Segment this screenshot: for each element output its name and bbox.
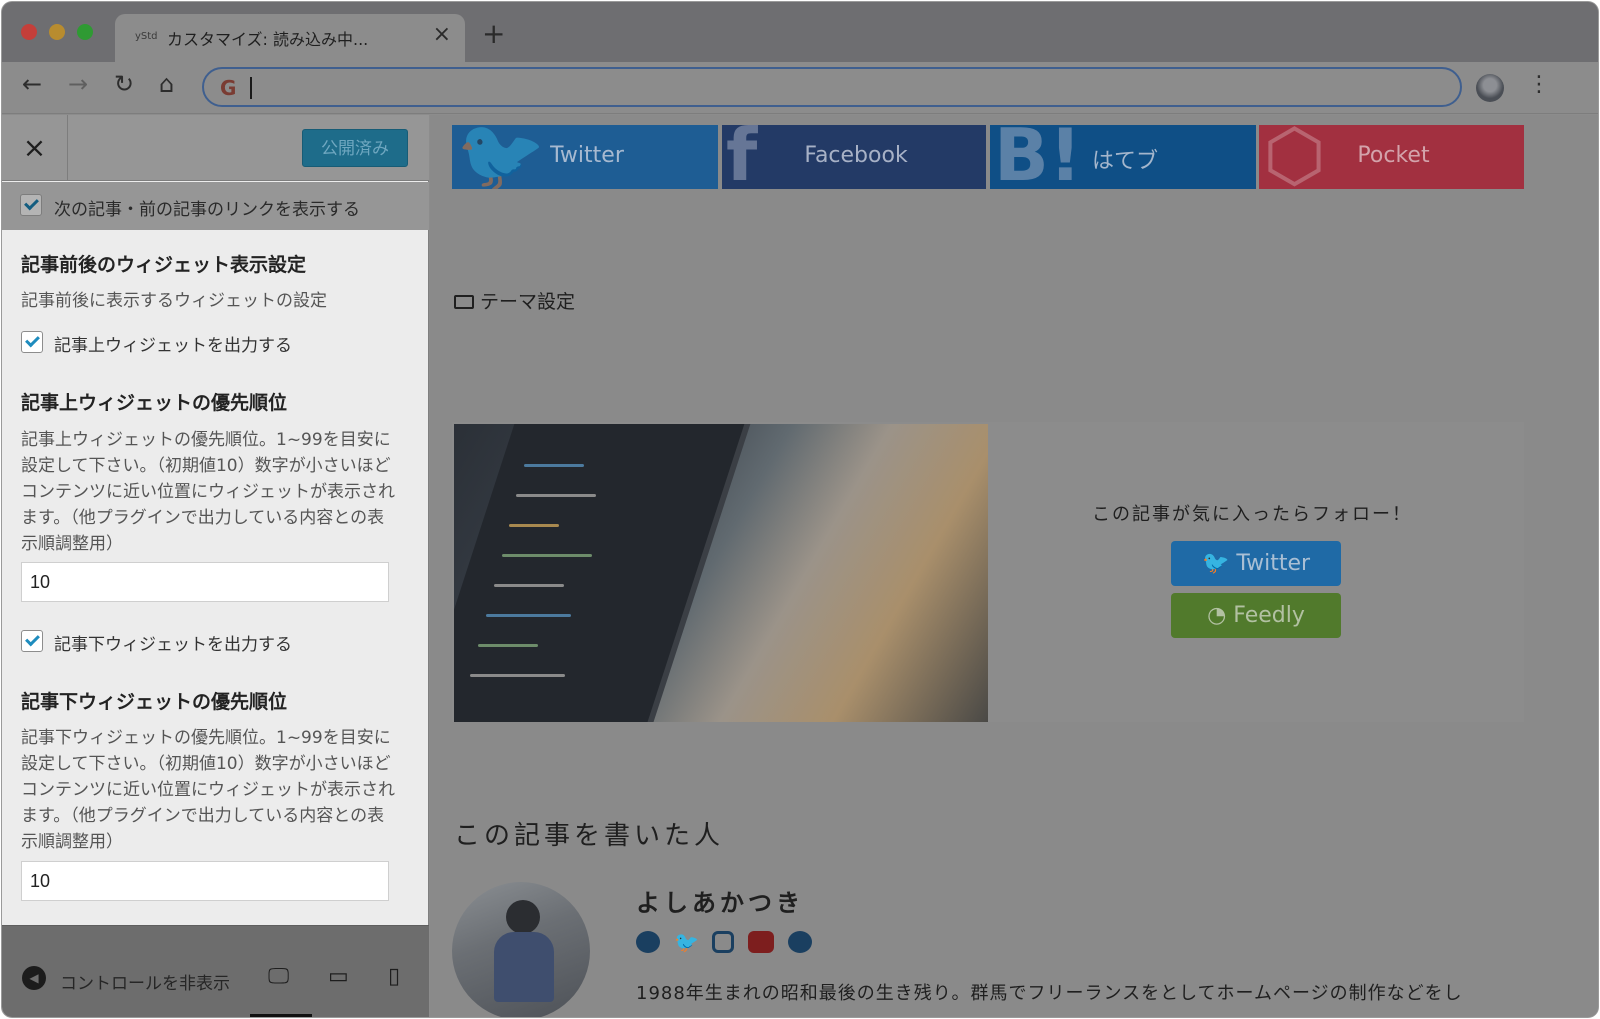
checkmark-icon — [24, 195, 39, 211]
share-twitter-label: Twitter — [550, 143, 624, 168]
more-menu-icon[interactable]: ⋮ — [1528, 74, 1550, 96]
close-window-button[interactable] — [21, 24, 37, 40]
section-title: 記事前後のウィジェット表示設定 — [21, 254, 307, 276]
code-line — [470, 674, 565, 677]
avatar-head — [506, 900, 540, 934]
author-avatar — [452, 882, 590, 1017]
above-widget-checkbox[interactable] — [21, 331, 43, 353]
site-preview: 🐦 Twitter f Facebook B! はてブ ⬡ Pocket テーマ… — [430, 115, 1598, 1017]
prev-next-link-option[interactable]: 次の記事・前の記事のリンクを表示する — [2, 182, 429, 230]
follow-box: この記事が気に入ったらフォロー！ 🐦 Twitter ◔ Feedly — [452, 422, 1524, 722]
google-icon: G — [220, 76, 237, 100]
customizer-sidebar: × 公開済み 次の記事・前の記事のリンクを表示する 記事前後のウィジェット表示設… — [2, 115, 429, 1017]
youtube-icon[interactable] — [748, 931, 775, 953]
share-pocket-button[interactable]: ⬡ Pocket — [1259, 125, 1524, 189]
instagram-icon[interactable] — [712, 931, 735, 953]
above-widget-label: 記事上ウィジェットを出力する — [54, 336, 292, 356]
tablet-preview-icon[interactable]: ▭ — [328, 966, 349, 988]
section-description: 記事前後に表示するウィジェットの設定 — [21, 291, 327, 311]
avatar-body — [494, 932, 554, 1002]
customizer-header: × 公開済み — [2, 115, 429, 181]
minimize-window-button[interactable] — [49, 24, 65, 40]
desktop-preview-icon[interactable]: 🖵 — [268, 966, 289, 988]
below-priority-input[interactable] — [21, 861, 389, 901]
browser-window: yStd カスタマイズ: 読み込み中... × + ← → ↻ ⌂ G ⋮ × … — [2, 2, 1598, 1017]
share-facebook-label: Facebook — [804, 143, 908, 168]
monitor-graphic — [454, 424, 755, 722]
customizer-panel: 記事前後のウィジェット表示設定 記事前後に表示するウィジェットの設定 記事上ウィ… — [2, 230, 429, 925]
follow-feedly-button[interactable]: ◔ Feedly — [1171, 593, 1341, 638]
category-label: テーマ設定 — [480, 291, 576, 313]
share-pocket-label: Pocket — [1357, 143, 1430, 168]
twitter-icon: 🐦 — [1201, 551, 1237, 576]
below-priority-description: 記事下ウィジェットの優先順位。1~99を目安に設定して下さい。（初期値10）数字… — [21, 728, 395, 852]
code-line — [516, 494, 596, 497]
follow-twitter-button[interactable]: 🐦 Twitter — [1171, 541, 1341, 586]
follow-message: この記事が気に入ったらフォロー！ — [1092, 504, 1412, 525]
follow-twitter-label: Twitter — [1236, 551, 1311, 576]
prev-next-link-checkbox[interactable] — [20, 194, 42, 216]
checkmark-icon — [25, 631, 40, 647]
code-line — [509, 524, 559, 527]
collapse-arrow-icon[interactable]: ◀ — [22, 966, 46, 990]
code-line — [494, 584, 564, 587]
customizer-footer: ◀ コントロールを非表示 🖵 ▭ ▯ — [2, 925, 429, 1017]
twitter-icon[interactable]: 🐦 — [674, 931, 699, 953]
forward-icon[interactable]: → — [68, 72, 88, 96]
share-hatena-button[interactable]: B! はてブ — [990, 125, 1256, 189]
rss-icon: ◔ — [1207, 603, 1234, 628]
author-name: よしあかつき — [636, 889, 804, 917]
tab-strip: yStd カスタマイズ: 読み込み中... × + — [2, 2, 1598, 62]
maximize-window-button[interactable] — [77, 24, 93, 40]
below-widget-checkbox[interactable] — [21, 630, 43, 652]
back-icon[interactable]: ← — [22, 72, 42, 96]
mobile-preview-icon[interactable]: ▯ — [388, 966, 400, 988]
share-twitter-button[interactable]: 🐦 Twitter — [452, 125, 718, 189]
share-facebook-button[interactable]: f Facebook — [722, 125, 986, 189]
close-tab-icon[interactable]: × — [433, 24, 451, 46]
close-customizer-icon[interactable]: × — [2, 115, 68, 181]
text-caret — [250, 77, 252, 99]
code-line — [478, 644, 538, 647]
code-line — [486, 614, 571, 617]
author-heading: この記事を書いた人 — [454, 821, 725, 851]
active-device-indicator — [250, 1014, 312, 1017]
new-tab-button[interactable]: + — [482, 20, 505, 48]
below-priority-title: 記事下ウィジェットの優先順位 — [21, 691, 288, 713]
tab-title: カスタマイズ: 読み込み中... — [167, 30, 369, 49]
profile-avatar[interactable] — [1476, 74, 1504, 102]
code-line — [524, 464, 584, 467]
prev-next-link-label: 次の記事・前の記事のリンクを表示する — [54, 200, 360, 220]
github-icon[interactable] — [788, 931, 813, 953]
checkmark-icon — [25, 332, 40, 348]
website-icon[interactable] — [636, 931, 660, 953]
browser-tab[interactable]: yStd カスタマイズ: 読み込み中... × — [115, 14, 465, 62]
favicon-icon: yStd — [135, 31, 158, 42]
above-priority-input[interactable] — [21, 562, 389, 602]
above-priority-title: 記事上ウィジェットの優先順位 — [21, 392, 288, 414]
follow-feedly-label: Feedly — [1233, 603, 1305, 628]
browser-toolbar: ← → ↻ ⌂ G ⋮ — [2, 62, 1598, 114]
publish-button[interactable]: 公開済み — [302, 129, 408, 167]
share-hatena-label: はてブ — [1091, 149, 1158, 174]
author-bio: 1988年生まれの昭和最後の生き残り。群馬でフリーランスをとしてホームページの制… — [636, 983, 1463, 1004]
author-social-links: 🐦 — [636, 931, 821, 953]
address-bar[interactable]: G — [202, 67, 1462, 107]
below-widget-label: 記事下ウィジェットを出力する — [54, 635, 292, 655]
home-icon[interactable]: ⌂ — [159, 72, 174, 96]
category-link[interactable]: テーマ設定 — [454, 287, 575, 314]
post-thumbnail — [454, 424, 988, 722]
hide-controls-label[interactable]: コントロールを非表示 — [60, 969, 246, 994]
above-priority-description: 記事上ウィジェットの優先順位。1~99を目安に設定して下さい。（初期値10）数字… — [21, 430, 395, 554]
code-line — [502, 554, 592, 557]
folder-icon — [454, 295, 474, 309]
reload-icon[interactable]: ↻ — [114, 72, 134, 96]
